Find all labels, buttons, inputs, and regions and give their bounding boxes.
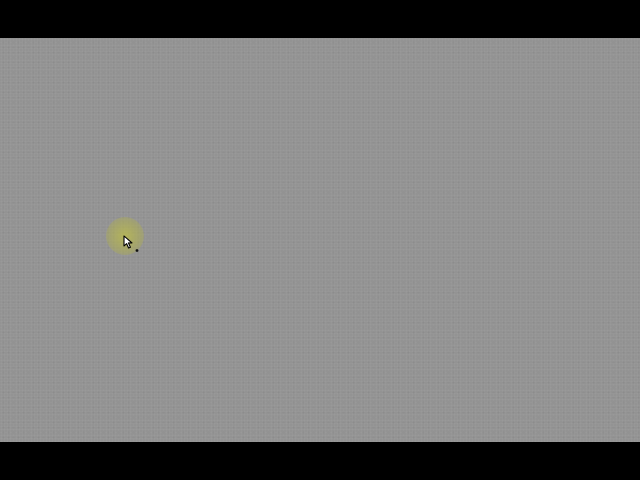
screen (0, 0, 640, 480)
arrow-pointer-icon (123, 235, 139, 252)
desktop-background[interactable] (0, 38, 640, 442)
letterbox-bottom (0, 442, 640, 480)
letterbox-top (0, 0, 640, 38)
